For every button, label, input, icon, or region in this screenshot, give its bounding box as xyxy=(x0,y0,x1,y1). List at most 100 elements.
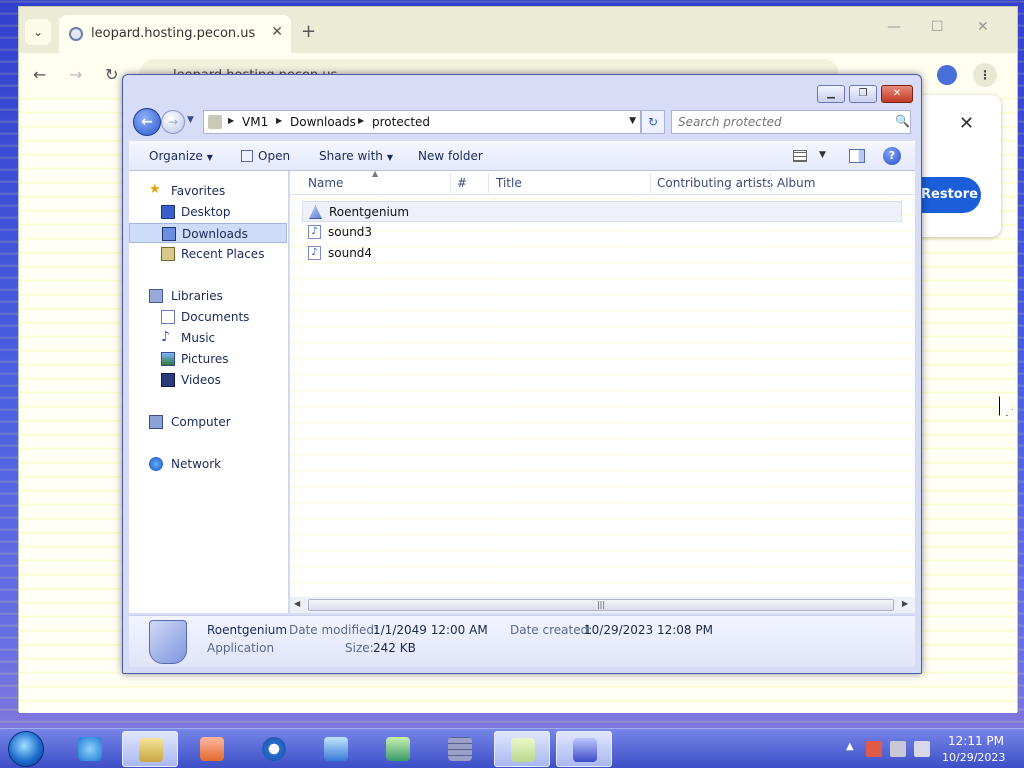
nav-network[interactable]: Network xyxy=(129,454,287,474)
close-icon[interactable]: ✕ xyxy=(959,113,974,134)
column-album[interactable]: Album xyxy=(777,176,815,190)
breadcrumb-vm1[interactable]: VM1 xyxy=(242,115,268,129)
minimize-button[interactable]: ▁ xyxy=(817,85,845,103)
star-icon: ★ xyxy=(149,182,161,197)
nav-downloads-label: Downloads xyxy=(182,227,248,241)
column-divider[interactable] xyxy=(650,173,651,193)
navigation-pane: ★ Favorites Desktop Downloads Recent Pla… xyxy=(129,171,289,613)
column-divider[interactable] xyxy=(450,173,451,193)
audio-file-icon: ♪ xyxy=(308,246,321,260)
chevron-right-icon[interactable]: ▶ xyxy=(276,116,282,125)
address-dropdown-icon[interactable]: ▼ xyxy=(629,116,636,126)
profile-icon[interactable] xyxy=(937,65,957,85)
videos-icon xyxy=(161,373,175,387)
close-icon[interactable]: ✕ xyxy=(271,24,283,40)
forward-arrow-icon[interactable]: → xyxy=(69,65,82,84)
organize-button[interactable]: Organize ▼ xyxy=(149,149,213,163)
column-number[interactable]: # xyxy=(457,176,467,190)
minimize-icon[interactable]: — xyxy=(887,19,901,35)
size-label: Size: xyxy=(345,641,374,655)
clock-time[interactable]: 12:11 PM xyxy=(948,734,1004,748)
column-title[interactable]: Title xyxy=(496,176,522,190)
column-divider[interactable] xyxy=(488,173,489,193)
recent-pages-dropdown-icon[interactable]: ▼ xyxy=(187,115,194,125)
nav-pictures[interactable]: Pictures xyxy=(129,349,287,369)
file-row[interactable]: Roentgenium xyxy=(302,201,902,222)
back-arrow-icon[interactable]: ← xyxy=(33,65,46,84)
scrollbar-thumb[interactable]: ||| xyxy=(308,599,894,611)
clock-date[interactable]: 10/29/2023 xyxy=(942,751,1005,764)
file-row[interactable]: ♪ sound3 xyxy=(302,222,902,243)
dropdown-arrow-icon: ▼ xyxy=(206,153,213,162)
tab-search-button[interactable]: ⌄ xyxy=(25,19,51,45)
nav-desktop[interactable]: Desktop xyxy=(129,202,287,222)
nav-music[interactable]: ♪ Music xyxy=(129,328,287,348)
details-pane: Roentgenium Application Date modified: 1… xyxy=(129,615,915,667)
nav-videos[interactable]: Videos xyxy=(129,370,287,390)
back-button[interactable]: ← xyxy=(133,108,161,136)
network-status-icon[interactable] xyxy=(890,741,906,757)
file-name: sound3 xyxy=(328,225,373,239)
file-row[interactable]: ♪ sound4 xyxy=(302,243,902,264)
view-options-icon[interactable] xyxy=(793,150,807,162)
taskbar-chrome[interactable] xyxy=(246,731,302,767)
nav-documents-label: Documents xyxy=(181,310,250,324)
new-folder-button[interactable]: New folder xyxy=(418,149,483,163)
taskbar-media-player[interactable] xyxy=(184,731,240,767)
nav-recent-places-label: Recent Places xyxy=(181,247,265,261)
column-divider[interactable] xyxy=(770,173,771,193)
taskbar-internet-explorer[interactable] xyxy=(62,731,118,767)
nav-libraries[interactable]: Libraries xyxy=(129,286,287,306)
kebab-menu-icon[interactable]: ⋮ xyxy=(973,63,997,87)
taskbar-folder-window[interactable] xyxy=(494,731,550,767)
nav-downloads[interactable]: Downloads xyxy=(129,223,287,243)
breadcrumb-downloads[interactable]: Downloads xyxy=(290,115,356,129)
share-with-button[interactable]: Share with ▼ xyxy=(319,149,393,163)
taskbar-firewall[interactable] xyxy=(432,731,488,767)
restore-button[interactable]: ❐ xyxy=(849,85,877,103)
preview-pane-icon[interactable] xyxy=(849,149,865,163)
refresh-icon[interactable]: ↻ xyxy=(641,110,665,134)
taskbar-file-explorer[interactable] xyxy=(122,731,178,767)
breadcrumb-protected[interactable]: protected xyxy=(372,115,430,129)
action-center-icon[interactable] xyxy=(866,741,882,757)
scroll-right-icon[interactable]: ▶ xyxy=(902,599,908,608)
taskbar-control-panel[interactable] xyxy=(370,731,426,767)
browser-tab[interactable]: leopard.hosting.pecon.us ✕ xyxy=(59,15,291,53)
help-icon[interactable]: ? xyxy=(883,147,901,165)
breadcrumb[interactable]: ▶ VM1 ▶ Downloads ▶ protected ▼ xyxy=(203,110,641,134)
search-input[interactable] xyxy=(671,110,911,134)
pictures-icon xyxy=(161,352,175,366)
reload-icon[interactable]: ↻ xyxy=(105,65,118,84)
nav-documents[interactable]: Documents xyxy=(129,307,287,327)
volume-muted-icon[interactable] xyxy=(914,741,930,757)
search-icon[interactable]: 🔍 xyxy=(895,114,910,128)
nav-computer[interactable]: Computer xyxy=(129,412,287,432)
file-list: ▲ Name # Title Contributing artists Albu… xyxy=(290,169,915,613)
nav-recent-places[interactable]: Recent Places xyxy=(129,244,287,264)
chevron-right-icon[interactable]: ▶ xyxy=(358,116,364,125)
installer-icon xyxy=(573,738,597,762)
chevron-right-icon[interactable]: ▶ xyxy=(228,116,234,125)
scroll-left-icon[interactable]: ◀ xyxy=(294,599,300,608)
nav-favorites[interactable]: ★ Favorites xyxy=(129,181,287,201)
taskbar-app-installer[interactable] xyxy=(556,731,612,767)
show-hidden-icons[interactable]: ▲ xyxy=(846,741,854,752)
command-bar: Organize ▼ Open Share with ▼ New folder ▼ … xyxy=(129,141,915,171)
forward-button[interactable]: → xyxy=(161,110,185,134)
close-button[interactable]: ✕ xyxy=(881,85,913,103)
explorer-titlebar[interactable]: ▁ ❐ ✕ xyxy=(123,75,921,105)
new-tab-button[interactable]: + xyxy=(301,21,316,42)
horizontal-scrollbar[interactable]: ◀ ||| ▶ xyxy=(290,597,915,613)
share-with-label: Share with xyxy=(319,149,383,163)
view-dropdown-icon[interactable]: ▼ xyxy=(819,150,826,160)
internet-explorer-icon xyxy=(78,737,102,761)
taskbar-remote-desktop[interactable] xyxy=(308,731,364,767)
open-button[interactable]: Open xyxy=(241,149,290,163)
column-contributing-artists[interactable]: Contributing artists xyxy=(657,176,773,190)
column-name[interactable]: Name xyxy=(308,176,343,190)
open-icon xyxy=(241,150,253,162)
maximize-icon[interactable]: ☐ xyxy=(931,19,944,35)
close-window-icon[interactable]: ✕ xyxy=(977,19,989,35)
start-button[interactable] xyxy=(8,731,44,767)
